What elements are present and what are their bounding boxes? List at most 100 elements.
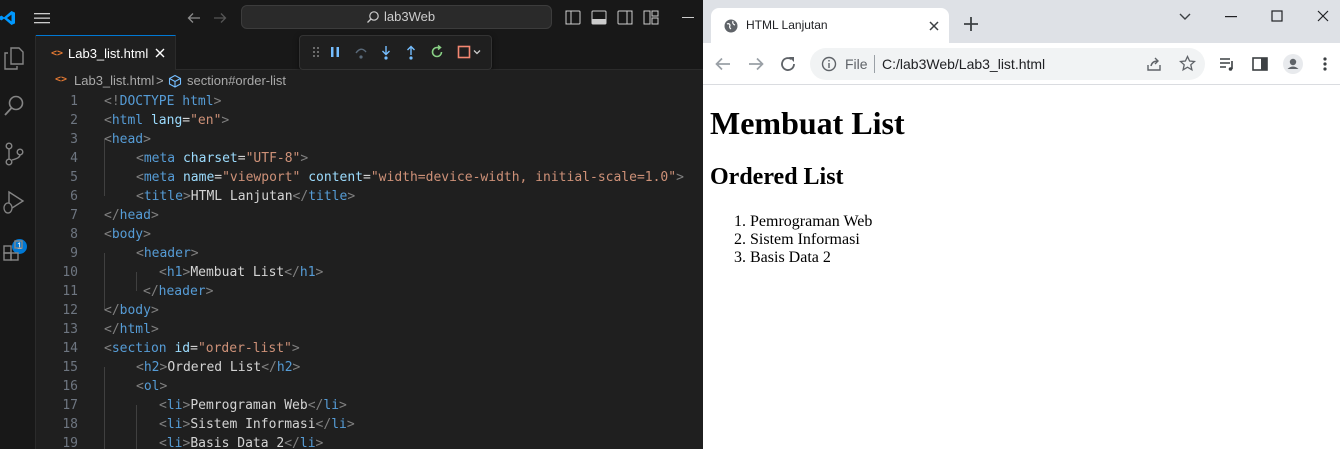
toggle-panel-icon[interactable]	[591, 10, 607, 25]
code-text: <ol>	[136, 379, 168, 394]
new-tab-icon[interactable]	[963, 16, 979, 32]
code-text: <title>HTML Lanjutan</title>	[136, 189, 356, 204]
code-line: 6 <title>HTML Lanjutan</title>	[36, 187, 703, 206]
maximize-icon[interactable]	[1269, 8, 1285, 24]
page-heading: Membuat List	[710, 105, 905, 141]
line-number: 13	[62, 322, 78, 337]
code-text: <h1>Membuat List</h1>	[159, 265, 324, 280]
step-into-icon[interactable]	[378, 44, 394, 60]
line-number: 4	[70, 151, 78, 166]
html-file-icon: <>	[55, 74, 68, 85]
tab-lab3-list-html[interactable]: <> Lab3_list.html	[36, 35, 176, 70]
profile-avatar-icon[interactable]	[1282, 53, 1304, 75]
customize-layout-icon[interactable]	[643, 10, 659, 25]
code-editor[interactable]: 1 <!DOCTYPE html> 2 <html lang="en"> 3 <hea…	[36, 92, 703, 449]
line-number: 7	[70, 208, 78, 223]
close-tab-icon[interactable]	[927, 19, 941, 33]
web-page: Membuat List Ordered List 1. Pemrograman…	[703, 86, 1340, 449]
close-window-icon[interactable]	[1315, 8, 1331, 24]
code-line: 4 <meta charset="UTF-8">	[36, 149, 703, 168]
close-icon[interactable]	[153, 45, 167, 61]
command-center-label: lab3Web	[384, 9, 436, 24]
browser-tab[interactable]: HTML Lanjutan	[711, 8, 949, 43]
list-item: 3. Basis Data 2	[734, 249, 831, 266]
forward-arrow-icon[interactable]	[211, 9, 229, 27]
html-file-icon: <>	[51, 48, 64, 59]
code-line: 16 <ol>	[36, 377, 703, 396]
drag-handle-icon[interactable]	[308, 44, 324, 60]
line-number: 3	[70, 132, 78, 147]
explorer-icon[interactable]	[2, 45, 26, 71]
forward-arrow-icon[interactable]	[747, 55, 765, 73]
reading-list-icon[interactable]	[1218, 55, 1236, 73]
ordered-list: 1. Pemrograman Web 2. Sistem Informasi 3…	[734, 213, 872, 267]
breadcrumb-separator: >	[156, 73, 164, 88]
code-line: 12 </body>	[36, 301, 703, 320]
page-subheading: Ordered List	[710, 164, 844, 190]
scheme-label: File	[845, 56, 868, 72]
url-text[interactable]: C:/lab3Web/Lab3_list.html	[882, 56, 1045, 72]
code-text: <h2>Ordered List</h2>	[136, 360, 301, 375]
back-arrow-icon[interactable]	[714, 55, 732, 73]
restart-icon[interactable]	[429, 44, 445, 60]
tab-title: HTML Lanjutan	[746, 18, 828, 32]
hamburger-menu-icon[interactable]	[33, 10, 51, 26]
command-center[interactable]: lab3Web	[241, 5, 552, 29]
code-line: 9 <header>	[36, 244, 703, 263]
side-panel-icon[interactable]	[1251, 55, 1269, 73]
code-text: <head>	[104, 132, 151, 147]
symbol-icon	[168, 74, 182, 88]
pause-icon[interactable]	[327, 44, 343, 60]
tab-search-icon[interactable]	[1177, 8, 1193, 24]
chrome-toolbar: File C:/lab3Web/Lab3_list.html	[703, 43, 1340, 85]
step-over-icon[interactable]	[353, 44, 369, 60]
reload-icon[interactable]	[779, 55, 797, 73]
toggle-secondary-sidebar-icon[interactable]	[617, 10, 633, 25]
line-number: 15	[62, 360, 78, 375]
code-line: 8 <body>	[36, 225, 703, 244]
search-icon[interactable]	[2, 93, 26, 119]
code-line: 19 <li>Basis Data 2</li>	[36, 434, 703, 449]
code-line: 1 <!DOCTYPE html>	[36, 92, 703, 111]
code-text: <li>Basis Data 2</li>	[159, 436, 324, 449]
line-number: 2	[70, 113, 78, 128]
breadcrumb-file[interactable]: Lab3_list.html	[74, 73, 154, 88]
chrome-window: HTML Lanjutan File C:/lab3Web/Lab3_list.…	[703, 0, 1340, 449]
more-menu-icon[interactable]	[1316, 55, 1334, 73]
code-text: </head>	[104, 208, 159, 223]
vscode-titlebar: lab3Web	[0, 0, 703, 35]
breadcrumb-symbol[interactable]: section#order-list	[187, 73, 286, 88]
tab-label: Lab3_list.html	[68, 46, 149, 61]
list-item: 1. Pemrograman Web	[734, 213, 873, 230]
activity-bar: 1	[0, 35, 36, 449]
code-line: 18 <li>Sistem Informasi</li>	[36, 415, 703, 434]
bookmark-star-icon[interactable]	[1179, 55, 1196, 72]
toggle-primary-sidebar-icon[interactable]	[565, 10, 581, 25]
line-number: 6	[70, 189, 78, 204]
extensions-icon[interactable]	[2, 237, 26, 263]
line-number: 1	[70, 94, 78, 109]
code-text: <li>Pemrograman Web</li>	[159, 398, 347, 413]
back-arrow-icon[interactable]	[185, 9, 203, 27]
share-icon[interactable]	[1146, 56, 1162, 72]
stop-icon[interactable]	[456, 44, 472, 60]
minimize-icon[interactable]	[681, 9, 695, 25]
code-text: </header>	[143, 284, 214, 299]
minimize-icon[interactable]	[1223, 8, 1239, 24]
code-line: 17 <li>Pemrograman Web</li>	[36, 396, 703, 415]
code-text: <meta name="viewport" content="width=dev…	[136, 170, 684, 185]
chevron-down-icon[interactable]	[472, 44, 482, 60]
source-control-icon[interactable]	[2, 141, 26, 167]
line-number: 11	[62, 284, 78, 299]
separator	[874, 55, 875, 73]
code-text: </html>	[104, 322, 159, 337]
run-and-debug-icon[interactable]	[2, 189, 26, 215]
code-line: 5 <meta name="viewport" content="width=de…	[36, 168, 703, 187]
line-number: 8	[70, 227, 78, 242]
code-line: 3 <head>	[36, 130, 703, 149]
info-icon[interactable]	[821, 56, 837, 72]
address-bar[interactable]: File C:/lab3Web/Lab3_list.html	[810, 48, 1205, 80]
code-text: <li>Sistem Informasi</li>	[159, 417, 355, 432]
line-number: 10	[62, 265, 78, 280]
step-out-icon[interactable]	[403, 44, 419, 60]
